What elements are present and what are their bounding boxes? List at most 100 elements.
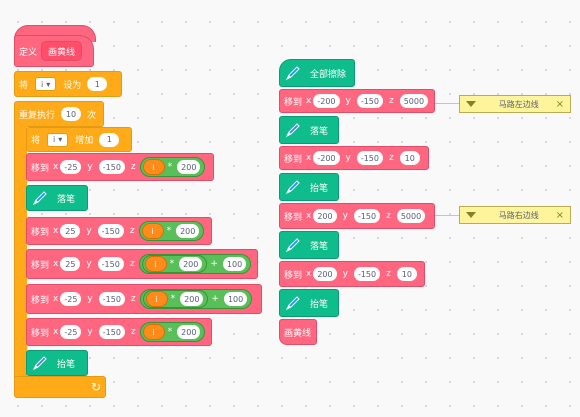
collapse-icon[interactable] (466, 212, 476, 218)
operand-input[interactable]: 100 (222, 257, 247, 271)
z-input[interactable]: 10 (399, 151, 420, 165)
operand-input[interactable]: 100 (223, 292, 248, 306)
loop-arrow-icon: ↻ (90, 380, 101, 394)
x-label: x (53, 327, 59, 337)
multiply-operator[interactable]: i * 200 (139, 322, 206, 342)
change-value-input[interactable]: 1 (99, 132, 120, 147)
set-value-input[interactable]: 1 (87, 77, 108, 91)
y-input[interactable]: -150 (353, 267, 381, 281)
pen-icon (280, 61, 306, 85)
pen-down-label: 落笔 (310, 126, 329, 137)
goto-label: 移到 (31, 260, 50, 271)
pen-up-label: 抬笔 (310, 299, 329, 310)
change-variable-block[interactable]: 将 i ▾ 增加 1 (26, 127, 132, 152)
variable-reporter-i[interactable]: i (142, 324, 165, 340)
z-label: z (386, 269, 391, 279)
x-input[interactable]: -25 (60, 292, 82, 306)
define-hat-block[interactable]: 定义 画黄线 (14, 35, 94, 67)
pen-up-block[interactable]: 抬笔 (26, 350, 88, 376)
pen-icon (280, 233, 306, 257)
x-input[interactable]: -25 (60, 325, 82, 339)
operand-input[interactable]: 200 (177, 325, 201, 339)
z-label: z (130, 327, 136, 337)
goto-label: 移到 (284, 270, 303, 281)
multiply-operator[interactable]: i * 200 (142, 290, 209, 308)
comment-note[interactable]: 马路右边线 × (459, 206, 571, 224)
z-input[interactable]: 5000 (399, 94, 429, 108)
x-input[interactable]: -200 (313, 151, 340, 165)
repeat-times-input[interactable]: 10 (61, 107, 82, 121)
pen-icon (27, 351, 53, 375)
change-middle: 增加 (75, 136, 94, 146)
variable-name: i (53, 135, 56, 144)
goto-xyz-block[interactable]: 移到 x -25 y -150 z i * 200 (26, 153, 214, 181)
collapse-icon[interactable] (466, 101, 476, 107)
multiply-operator[interactable]: i * 200 (139, 157, 206, 177)
y-label: y (342, 269, 348, 279)
variable-name: i (41, 79, 44, 89)
variable-reporter-i[interactable]: i (145, 291, 168, 307)
y-input[interactable]: -150 (356, 151, 383, 165)
y-input[interactable]: -150 (98, 160, 125, 174)
goto-xyz-block[interactable]: 移到 x 200 y -150 z 10 (279, 261, 425, 287)
x-input[interactable]: 200 (313, 267, 337, 281)
y-label: y (345, 96, 351, 106)
goto-xyz-block[interactable]: 移到 x -200 y -150 z 10 (279, 146, 429, 170)
multiply-operator[interactable]: i * 200 (141, 255, 208, 273)
repeat-block[interactable]: 重复执行 10 次 (14, 101, 104, 127)
close-icon[interactable]: × (556, 99, 564, 110)
y-label: y (342, 211, 348, 221)
pen-down-block[interactable]: 落笔 (279, 116, 339, 144)
goto-xyz-block[interactable]: 移到 x -200 y -150 z 5000 (279, 89, 435, 113)
clear-all-block[interactable]: 全部擦除 (279, 59, 355, 87)
goto-xyz-block[interactable]: 移到 x -25 y -150 z i * 200 + 100 (26, 284, 262, 314)
x-input[interactable]: -200 (313, 94, 340, 108)
pen-icon (280, 118, 306, 142)
x-input[interactable]: -25 (60, 160, 82, 174)
x-label: x (53, 162, 59, 172)
close-icon[interactable]: × (556, 210, 564, 221)
y-input[interactable]: -150 (356, 94, 383, 108)
call-procedure-block[interactable]: 画黄线 (279, 319, 317, 345)
repeat-footer[interactable]: ↻ (14, 376, 106, 398)
x-input[interactable]: 25 (60, 257, 81, 271)
pen-down-block[interactable]: 落笔 (26, 185, 88, 211)
operand-input[interactable]: 200 (177, 160, 201, 174)
comment-text[interactable]: 马路右边线 (482, 210, 556, 221)
x-input[interactable]: 25 (60, 224, 81, 238)
variable-dropdown[interactable]: i ▾ (35, 77, 57, 91)
operand-input[interactable]: 200 (179, 257, 203, 271)
y-input[interactable]: -150 (97, 257, 124, 271)
x-input[interactable]: 200 (313, 209, 337, 223)
add-operator[interactable]: i * 200 + 100 (139, 289, 253, 309)
set-variable-block[interactable]: 将 i ▾ 设为 1 (14, 71, 122, 97)
comment-text[interactable]: 马路左边线 (482, 99, 556, 110)
operator-symbol: * (167, 327, 173, 337)
z-input[interactable]: 10 (396, 267, 417, 281)
y-input[interactable]: -150 (98, 292, 125, 306)
pen-up-block[interactable]: 抬笔 (279, 173, 339, 201)
operator-symbol: * (166, 226, 172, 236)
proc-name-prototype[interactable]: 画黄线 (41, 41, 83, 61)
operand-input[interactable]: 200 (180, 292, 204, 306)
goto-xyz-block[interactable]: 移到 x -25 y -150 z i * 200 (26, 318, 212, 346)
variable-dropdown[interactable]: i ▾ (47, 132, 69, 147)
goto-xyz-block[interactable]: 移到 x 25 y -150 z i * 200 + 100 (26, 249, 258, 279)
y-input[interactable]: -150 (353, 209, 381, 223)
variable-reporter-i[interactable]: i (142, 159, 165, 175)
goto-xyz-block[interactable]: 移到 x 200 y -150 z 5000 (279, 203, 435, 229)
add-operator[interactable]: i * 200 + 100 (138, 254, 252, 274)
pen-down-block[interactable]: 落笔 (279, 231, 339, 259)
y-input[interactable]: -150 (98, 325, 125, 339)
z-input[interactable]: 5000 (396, 209, 426, 223)
comment-note[interactable]: 马路左边线 × (459, 95, 571, 113)
pen-up-block[interactable]: 抬笔 (279, 289, 339, 317)
z-label: z (388, 96, 394, 106)
variable-reporter-i[interactable]: i (141, 223, 164, 239)
operand-input[interactable]: 200 (176, 224, 200, 238)
variable-reporter-i[interactable]: i (144, 256, 167, 272)
multiply-operator[interactable]: i * 200 (138, 221, 205, 241)
y-label: y (345, 153, 351, 163)
goto-xyz-block[interactable]: 移到 x 25 y -150 z i * 200 (26, 217, 212, 245)
y-input[interactable]: -150 (97, 224, 124, 238)
